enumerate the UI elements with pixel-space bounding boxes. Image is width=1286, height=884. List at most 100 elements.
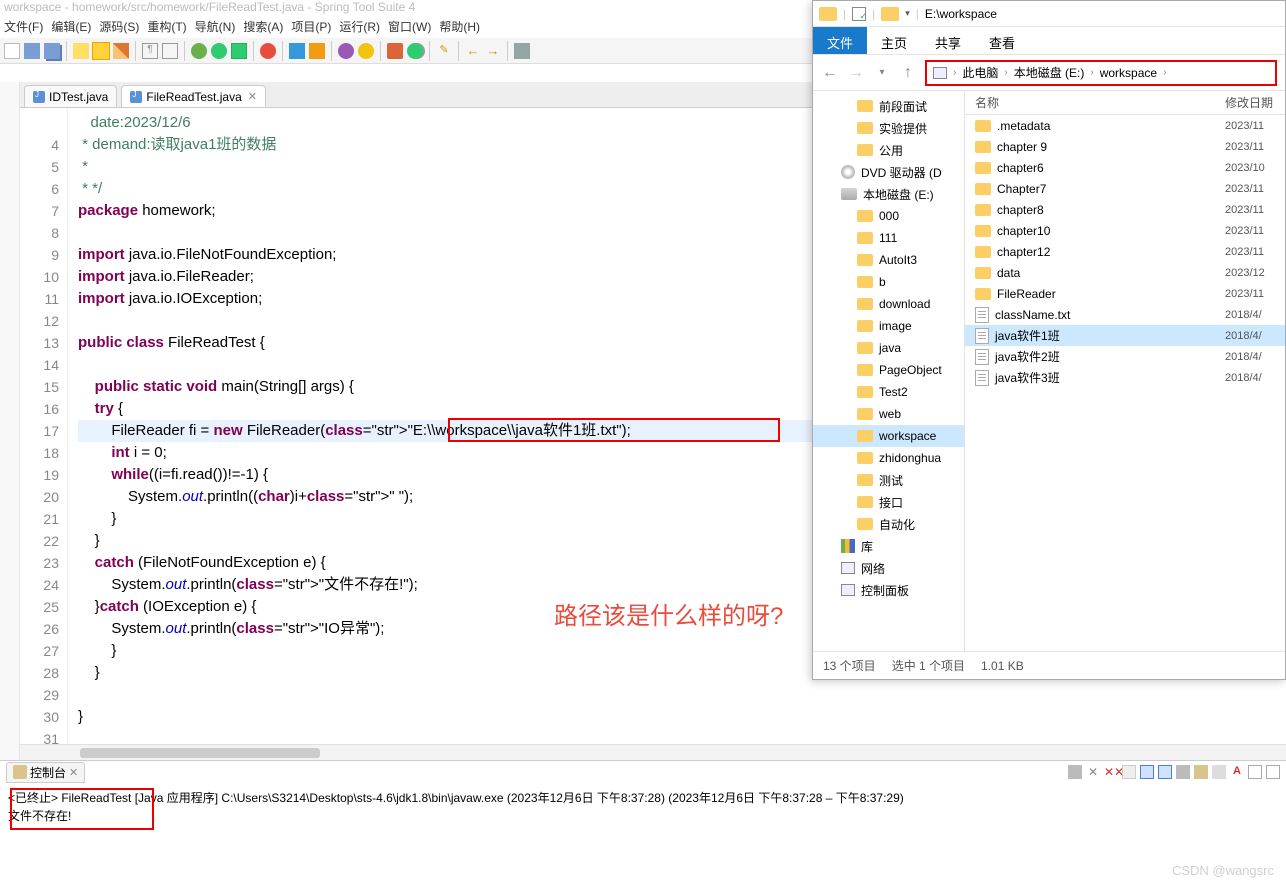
open-console-icon[interactable] [1212, 765, 1226, 779]
file-list[interactable]: .metadata2023/11chapter 92023/11chapter6… [965, 115, 1285, 651]
fwd-icon[interactable]: → [485, 43, 501, 59]
code-line[interactable]: } [78, 706, 1266, 728]
tree-item[interactable]: 000 [813, 205, 964, 227]
file-item[interactable]: java软件1班2018/4/ [965, 325, 1285, 346]
file-list-header[interactable]: 名称 修改日期 [965, 91, 1285, 115]
remove-all-icon[interactable]: ✕✕ [1104, 765, 1118, 779]
file-item[interactable]: className.txt2018/4/ [965, 304, 1285, 325]
tree-item[interactable]: 自动化 [813, 513, 964, 535]
nav-back-icon[interactable]: ← [821, 64, 839, 82]
tree-item[interactable]: AutoIt3 [813, 249, 964, 271]
code-line[interactable] [78, 728, 1266, 744]
link-icon[interactable] [1068, 765, 1082, 779]
tree-item[interactable]: workspace [813, 425, 964, 447]
breadcrumb-item[interactable]: 本地磁盘 (E:) [1014, 64, 1085, 81]
pin-console-icon[interactable] [1176, 765, 1190, 779]
menu-item[interactable]: 运行(R) [339, 20, 380, 34]
new-class-icon[interactable] [289, 43, 305, 59]
highlight-icon[interactable] [93, 43, 109, 59]
run-icon[interactable] [211, 43, 227, 59]
explorer-file-pane[interactable]: 名称 修改日期 .metadata2023/11chapter 92023/11… [965, 91, 1285, 651]
menu-item[interactable]: 文件(F) [4, 20, 43, 34]
nav-recent-icon[interactable]: ▾ [873, 67, 891, 78]
console-output[interactable]: <已终止> FileReadTest [Java 应用程序] C:\Users\… [0, 783, 1286, 831]
stop-icon[interactable] [387, 43, 403, 59]
tree-item[interactable]: DVD 驱动器 (D [813, 161, 964, 183]
tree-item[interactable]: 本地磁盘 (E:) [813, 183, 964, 205]
search-icon[interactable] [358, 43, 374, 59]
breadcrumb-item[interactable]: 此电脑 [962, 64, 998, 81]
tree-item[interactable]: java [813, 337, 964, 359]
tree-item[interactable]: 接口 [813, 491, 964, 513]
file-item[interactable]: .metadata2023/11 [965, 115, 1285, 136]
address-bar[interactable]: › 此电脑›本地磁盘 (E:)›workspace› [925, 60, 1277, 86]
menu-item[interactable]: 编辑(E) [51, 20, 91, 34]
remove-icon[interactable]: ✕ [1086, 765, 1100, 779]
maximize-icon[interactable] [1266, 765, 1280, 779]
console-tab[interactable]: 控制台 ✕ [6, 762, 85, 783]
debug-icon[interactable] [191, 43, 207, 59]
file-item[interactable]: chapter82023/11 [965, 199, 1285, 220]
ribbon-share-tab[interactable]: 共享 [921, 27, 975, 54]
new-pkg-icon[interactable] [309, 43, 325, 59]
tree-item[interactable]: 测试 [813, 469, 964, 491]
file-item[interactable]: java软件3班2018/4/ [965, 367, 1285, 388]
minimize-icon[interactable] [1248, 765, 1262, 779]
tree-item[interactable]: 网络 [813, 557, 964, 579]
ribbon-file-tab[interactable]: 文件 [813, 27, 867, 54]
coverage-icon[interactable] [231, 43, 247, 59]
horizontal-scrollbar[interactable] [20, 744, 1286, 760]
breadcrumb-item[interactable]: workspace [1100, 66, 1157, 80]
file-item[interactable]: Chapter72023/11 [965, 178, 1285, 199]
pencil-icon[interactable] [113, 43, 129, 59]
paragraph-icon[interactable]: ¶ [142, 43, 158, 59]
tree-item[interactable]: zhidonghua [813, 447, 964, 469]
open-type-icon[interactable] [338, 43, 354, 59]
tree-item[interactable]: image [813, 315, 964, 337]
back-icon[interactable]: ← [465, 43, 481, 59]
tree-item[interactable]: 111 [813, 227, 964, 249]
ribbon-view-tab[interactable]: 查看 [975, 27, 1029, 54]
explorer-window[interactable]: | ✓ | ▾ | E:\workspace 文件 主页 共享 查看 ← → ▾… [812, 0, 1286, 680]
tree-item[interactable]: download [813, 293, 964, 315]
doc-check-icon[interactable]: ✓ [852, 7, 866, 21]
menu-item[interactable]: 源码(S) [99, 20, 139, 34]
file-item[interactable]: java软件2班2018/4/ [965, 346, 1285, 367]
tree-item[interactable]: b [813, 271, 964, 293]
close-icon[interactable]: ✕ [69, 766, 78, 779]
show-ws-icon[interactable] [162, 43, 178, 59]
tree-item[interactable]: 公用 [813, 139, 964, 161]
editor-tab[interactable]: IDTest.java [24, 85, 117, 107]
tree-item[interactable]: Test2 [813, 381, 964, 403]
menu-item[interactable]: 窗口(W) [388, 20, 431, 34]
tree-item[interactable]: 库 [813, 535, 964, 557]
file-item[interactable]: chapter 92023/11 [965, 136, 1285, 157]
file-item[interactable]: FileReader2023/11 [965, 283, 1285, 304]
scroll-lock-icon[interactable] [1140, 765, 1154, 779]
file-item[interactable]: chapter102023/11 [965, 220, 1285, 241]
a-icon[interactable]: A [1230, 765, 1244, 779]
header-name[interactable]: 名称 [965, 94, 1225, 111]
tree-item[interactable]: web [813, 403, 964, 425]
file-item[interactable]: chapter122023/11 [965, 241, 1285, 262]
menu-item[interactable]: 帮助(H) [439, 20, 480, 34]
nav-fwd-icon[interactable]: → [847, 64, 865, 82]
relaunch-icon[interactable] [407, 43, 423, 59]
menu-item[interactable]: 项目(P) [291, 20, 331, 34]
file-item[interactable]: data2023/12 [965, 262, 1285, 283]
menu-item[interactable]: 搜索(A) [243, 20, 283, 34]
explorer-tree[interactable]: 前段面试实验提供公用DVD 驱动器 (D本地磁盘 (E:)000111AutoI… [813, 91, 965, 651]
ext-tools-icon[interactable] [260, 43, 276, 59]
toggle-icon[interactable] [73, 43, 89, 59]
tree-item[interactable]: 前段面试 [813, 95, 964, 117]
close-icon[interactable]: ✕ [248, 90, 257, 103]
menu-item[interactable]: 重构(T) [147, 20, 186, 34]
prev-edit-icon[interactable]: ✎ [436, 43, 452, 59]
display-icon[interactable] [1194, 765, 1208, 779]
save-icon[interactable] [24, 43, 40, 59]
save-all-icon[interactable] [44, 43, 60, 59]
pin-icon[interactable] [514, 43, 530, 59]
new-icon[interactable] [4, 43, 20, 59]
tree-item[interactable]: 控制面板 [813, 579, 964, 601]
word-wrap-icon[interactable] [1158, 765, 1172, 779]
